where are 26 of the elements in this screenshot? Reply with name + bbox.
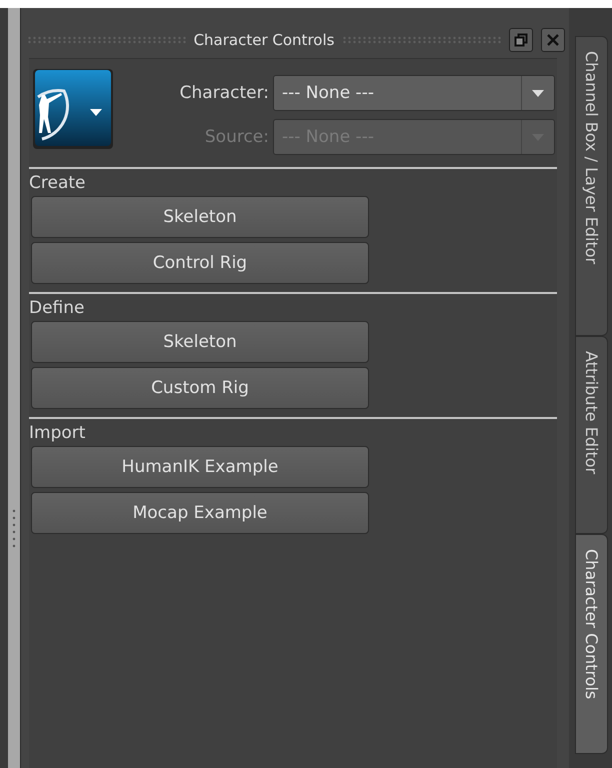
action-button[interactable]: Control Rig <box>31 242 369 284</box>
close-button[interactable] <box>541 28 566 52</box>
side-tab[interactable]: Character Controls <box>575 534 608 754</box>
action-button[interactable]: Mocap Example <box>31 492 369 534</box>
section-label: Import <box>29 423 86 443</box>
action-button[interactable]: HumanIK Example <box>31 446 369 488</box>
side-tab[interactable]: Attribute Editor <box>575 336 608 534</box>
float-button[interactable] <box>509 28 534 52</box>
caret-icon <box>532 90 544 96</box>
dropdown[interactable]: --- None --- <box>273 75 555 111</box>
section-label: Define <box>29 298 86 318</box>
action-button[interactable]: Skeleton <box>31 196 369 238</box>
grip-dots-icon <box>12 508 16 548</box>
side-tab[interactable]: Channel Box / Layer Editor <box>575 36 608 336</box>
dock-grip[interactable] <box>8 8 20 768</box>
panel-title: Character Controls <box>194 31 334 49</box>
action-button[interactable]: Custom Rig <box>31 367 369 409</box>
action-button[interactable]: Skeleton <box>31 321 369 363</box>
title-grip[interactable] <box>342 36 502 44</box>
section-label: Create <box>29 173 86 193</box>
float-icon <box>514 33 528 47</box>
field-label: Character: <box>178 83 269 103</box>
field-label: Source: <box>204 127 269 147</box>
close-icon <box>546 33 560 47</box>
humanik-menu-button[interactable] <box>33 69 113 149</box>
title-grip[interactable] <box>27 36 186 44</box>
